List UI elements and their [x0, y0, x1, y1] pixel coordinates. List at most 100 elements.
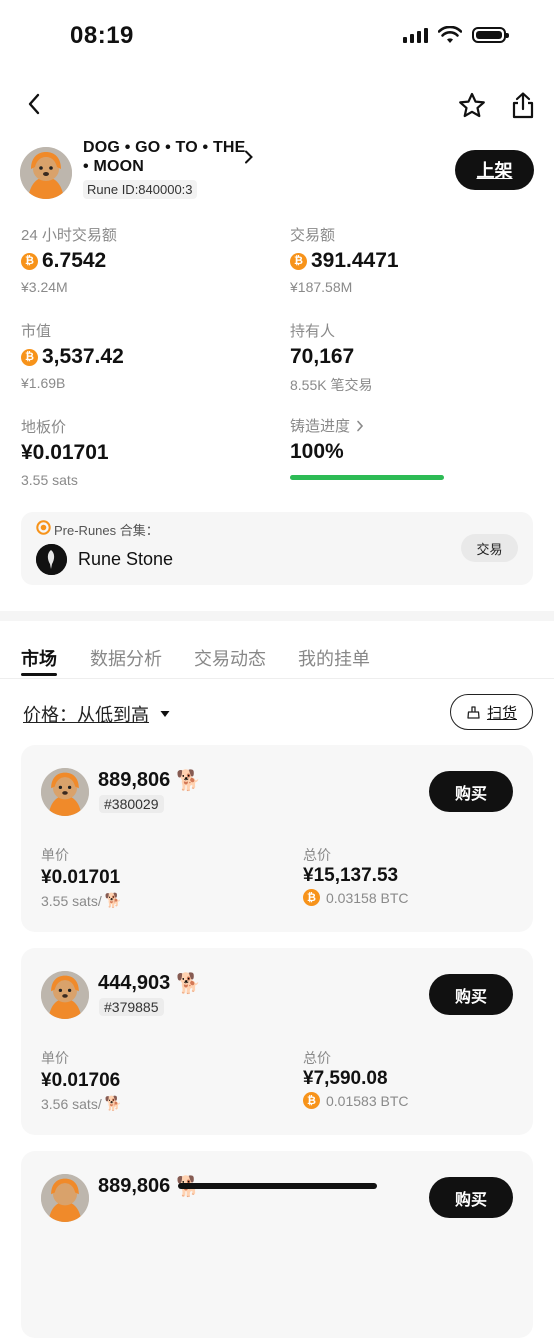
total-price: ¥15,137.53	[303, 865, 399, 886]
listing-id: #379885	[99, 998, 164, 1016]
buy-button[interactable]: 购买	[429, 771, 513, 812]
tab-my-listings[interactable]: 我的挂单	[298, 645, 370, 671]
floor-label: 地板价	[21, 419, 67, 436]
mcap-sub: ¥1.69B	[21, 375, 66, 391]
mcap-value: ₿ 3,537.42	[21, 345, 124, 369]
collection-trade-button[interactable]: 交易	[461, 534, 518, 562]
broom-icon	[467, 705, 480, 719]
collection-label: Pre-Runes 合集：	[54, 523, 159, 538]
rune-stone-icon	[36, 544, 67, 575]
total-price-label: 总价	[303, 847, 331, 863]
tab-market[interactable]: 市场	[21, 645, 57, 671]
total-btc: ₿ 0.01583 BTC	[303, 1092, 409, 1109]
volume-sub: ¥187.58M	[290, 279, 353, 295]
btc-icon: ₿	[21, 252, 38, 270]
quantity-value: 889,806	[98, 1175, 171, 1197]
wifi-icon	[438, 26, 462, 43]
unit-sats: 3.56 sats/ 🐕	[41, 1095, 122, 1112]
active-tab-indicator	[21, 673, 57, 676]
rune-stone-avatar	[36, 544, 67, 575]
rune-id-badge: Rune ID:840000:3	[83, 180, 197, 199]
home-indicator	[178, 1183, 377, 1189]
unit-price-label: 单价	[41, 1050, 69, 1066]
sort-dropdown[interactable]: 价格：从低到高	[23, 701, 171, 727]
listing-avatar	[41, 768, 89, 816]
chevron-right-icon	[357, 420, 364, 431]
cellular-signal-icon	[403, 27, 428, 43]
dog-emoji-icon: 🐕	[104, 892, 123, 908]
unit-price-label: 单价	[41, 847, 69, 863]
dog-emoji-icon: 🐕	[176, 973, 202, 995]
dog-avatar-icon	[41, 768, 89, 816]
buy-button[interactable]: 购买	[429, 974, 513, 1015]
back-button[interactable]	[20, 90, 48, 118]
total-btc-value: 0.01583 BTC	[326, 1092, 409, 1109]
unit-price: ¥0.01701	[41, 867, 121, 888]
btc-icon: ₿	[290, 252, 307, 270]
chevron-right-icon[interactable]	[244, 150, 254, 164]
floor-value: ¥0.01701	[21, 441, 109, 464]
caret-down-icon	[160, 711, 170, 717]
volume-amount: 391.4471	[311, 249, 399, 272]
dog-avatar-icon	[20, 147, 72, 199]
vol24-sub: ¥3.24M	[21, 279, 68, 295]
listing-quantity: 444,903 🐕	[98, 971, 201, 996]
section-divider	[0, 611, 554, 621]
tab-analytics[interactable]: 数据分析	[90, 645, 162, 671]
mcap-label: 市值	[21, 323, 52, 340]
volume-value: ₿ 391.4471	[290, 249, 399, 273]
holders-label: 持有人	[290, 323, 336, 340]
listing-avatar	[41, 1174, 89, 1222]
listing-avatar	[41, 971, 89, 1019]
mcap-amount: 3,537.42	[42, 345, 124, 368]
btc-icon: ₿	[21, 348, 38, 366]
volume-label: 交易额	[290, 227, 336, 244]
total-btc: ₿ 0.03158 BTC	[303, 889, 409, 906]
mint-progress-fill	[290, 475, 444, 480]
dog-avatar-icon	[41, 971, 89, 1019]
dog-emoji-icon: 🐕	[176, 770, 202, 792]
token-name[interactable]: DOG • GO • TO • THE • MOON	[83, 138, 253, 176]
dog-avatar-icon	[41, 1174, 89, 1222]
btc-icon: ₿	[303, 1092, 320, 1109]
collection-name: Rune Stone	[78, 549, 174, 569]
holders-sub: 8.55K 笔交易	[290, 377, 373, 393]
vol24-label: 24 小时交易额	[21, 227, 117, 244]
status-time: 08:19	[70, 22, 134, 49]
unit-sats: 3.55 sats/ 🐕	[41, 892, 122, 909]
unit-price: ¥0.01706	[41, 1070, 121, 1091]
tabs-divider	[0, 678, 554, 679]
tab-activity[interactable]: 交易动态	[194, 645, 266, 671]
mint-value: 100%	[290, 440, 344, 463]
favorite-button[interactable]	[456, 90, 488, 120]
sweep-button[interactable]: 扫货	[450, 694, 533, 730]
vol24-amount: 6.7542	[42, 249, 107, 272]
sort-label: 价格：从低到高	[23, 705, 149, 725]
token-avatar	[20, 147, 72, 199]
total-price-label: 总价	[303, 1050, 331, 1066]
chevron-left-icon	[28, 93, 40, 115]
floor-sub: 3.55 sats	[21, 472, 78, 488]
mint-label: 铸造进度	[290, 418, 351, 435]
vol24-value: ₿ 6.7542	[21, 249, 106, 273]
listing-id: #380029	[99, 795, 164, 813]
buy-button[interactable]: 购买	[429, 1177, 513, 1218]
pre-runes-icon	[36, 520, 51, 535]
btc-icon: ₿	[303, 889, 320, 906]
dog-emoji-icon: 🐕	[104, 1095, 123, 1111]
unit-sats-value: 3.55 sats/	[41, 892, 102, 909]
total-btc-value: 0.03158 BTC	[326, 889, 409, 906]
quantity-value: 444,903	[98, 972, 171, 994]
star-icon	[459, 92, 485, 117]
list-button[interactable]: 上架	[455, 150, 534, 190]
listing-quantity: 889,806 🐕	[98, 768, 201, 793]
mint-progress-link[interactable]: 铸造进度	[290, 415, 364, 436]
unit-sats-value: 3.56 sats/	[41, 1095, 102, 1112]
share-icon	[512, 92, 534, 119]
battery-icon	[472, 27, 509, 43]
holders-value: 70,167	[290, 345, 355, 368]
share-button[interactable]	[508, 89, 538, 121]
quantity-value: 889,806	[98, 769, 171, 791]
mint-progress-bar	[290, 475, 444, 480]
total-price: ¥7,590.08	[303, 1068, 388, 1089]
